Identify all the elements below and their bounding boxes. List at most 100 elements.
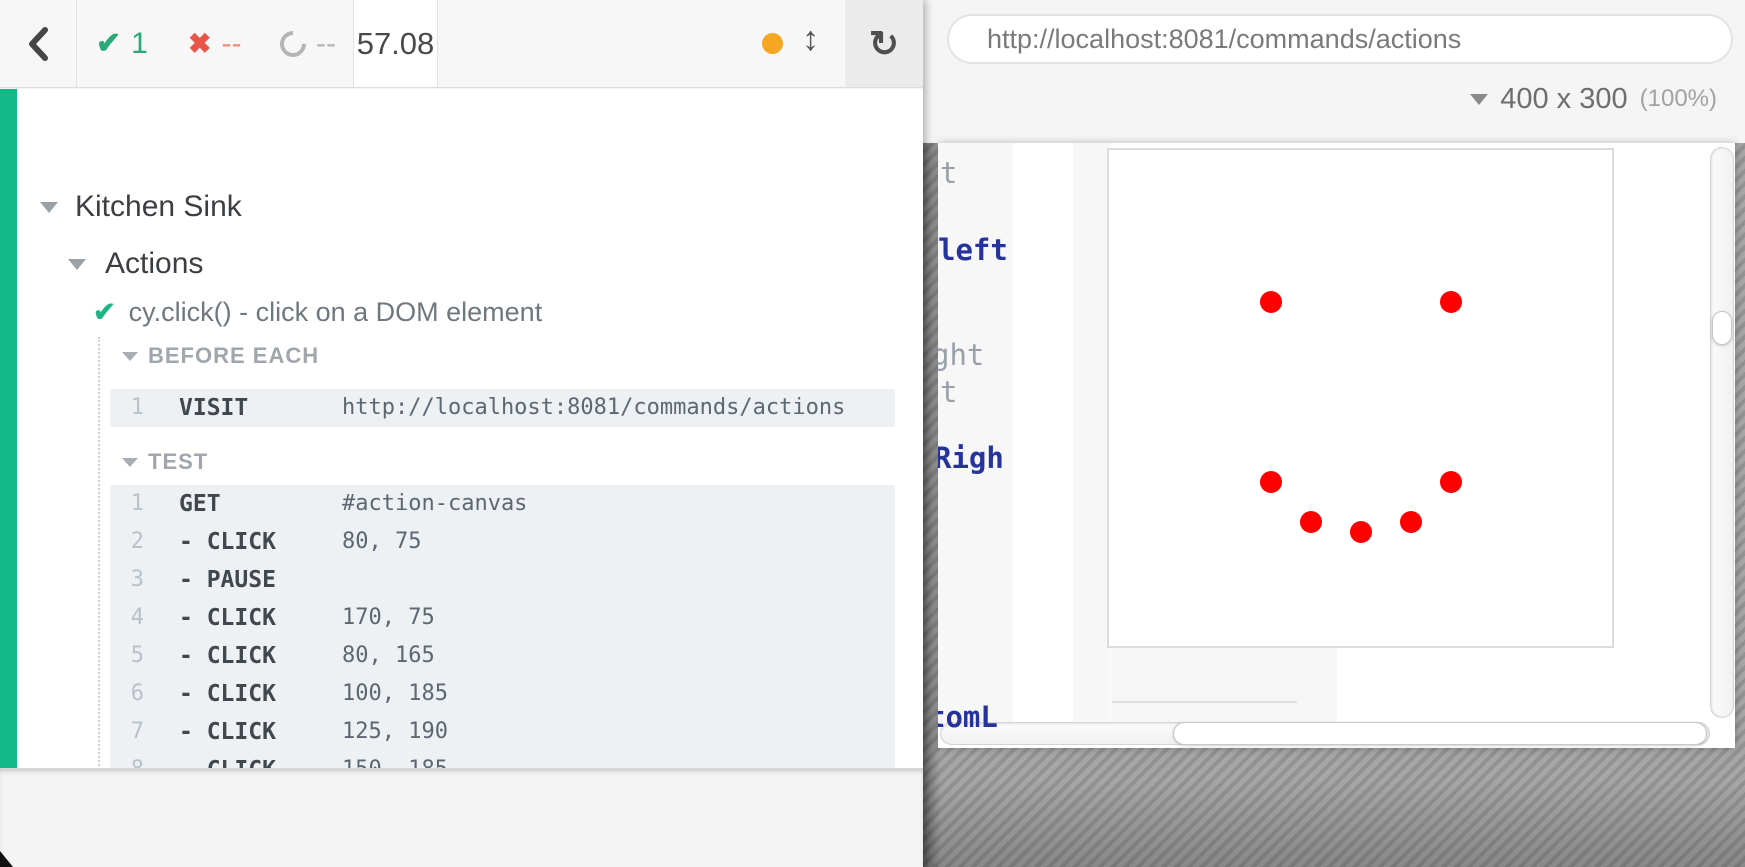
- command-number: 1: [126, 485, 144, 523]
- hook-label: BEFORE EACH: [148, 343, 319, 369]
- code-block-background: [1073, 143, 1110, 723]
- command-row[interactable]: 5 - CLICK 80, 165: [110, 637, 895, 675]
- queued-indicator-icon: [762, 33, 783, 54]
- command-method: GET: [179, 485, 221, 523]
- pass-status-bar: [0, 89, 17, 768]
- command-number: 6: [126, 675, 144, 713]
- hook-header[interactable]: BEFORE EACH: [122, 341, 898, 371]
- collapse-icon: [40, 202, 58, 213]
- command-method: - CLICK: [179, 637, 276, 675]
- url-bar[interactable]: http://localhost:8081/commands/actions: [947, 14, 1733, 64]
- failed-count: --: [221, 27, 241, 61]
- click-dot: [1400, 511, 1422, 533]
- command-row[interactable]: 2 - CLICK 80, 75: [110, 523, 895, 561]
- command-message: 100, 185: [342, 675, 448, 713]
- command-number: 7: [126, 713, 144, 751]
- test-title: cy.click() - click on a DOM element: [129, 297, 543, 328]
- browser-header: http://localhost:8081/commands/actions 4…: [923, 0, 1745, 143]
- click-dot: [1350, 521, 1372, 543]
- action-canvas[interactable]: [1107, 148, 1614, 648]
- chevron-down-icon: [1470, 94, 1488, 105]
- section-divider: [1112, 701, 1297, 703]
- page-code-fragment: Righ: [938, 441, 1004, 475]
- click-dot: [1440, 471, 1462, 493]
- click-dot: [1440, 291, 1462, 313]
- command-row[interactable]: 3 - PAUSE: [110, 561, 895, 599]
- command-method: - CLICK: [179, 713, 276, 751]
- command-message: 80, 75: [342, 523, 421, 561]
- page-code-fragment: t: [940, 156, 957, 190]
- command-method: - CLICK: [179, 675, 276, 713]
- command-row[interactable]: 6 - CLICK 100, 185: [110, 675, 895, 713]
- rerun-button[interactable]: ↻: [845, 0, 923, 87]
- check-icon: ✔: [96, 26, 121, 61]
- page-code-fragment: t: [940, 375, 957, 409]
- command-log: Kitchen Sink Actions ✔ cy.click() - clic…: [0, 89, 923, 768]
- reporter-panel: ✔ 1 ✖ -- -- 57.08 ↕ ↻ Kitchen Sink Ac: [0, 0, 923, 867]
- click-dot: [1260, 471, 1282, 493]
- command-row[interactable]: 1 GET #action-canvas: [110, 485, 895, 523]
- suite-title: Actions: [105, 247, 203, 281]
- divider: [76, 0, 77, 87]
- aut-iframe[interactable]: tleftghttRightomL: [938, 143, 1735, 748]
- command-message: 125, 190: [342, 713, 448, 751]
- horizontal-scrollbar-thumb[interactable]: [1173, 722, 1707, 745]
- command-message: 170, 75: [342, 599, 435, 637]
- viewport-zoom: (100%): [1640, 85, 1717, 113]
- suite-actions[interactable]: Actions: [68, 247, 203, 281]
- command-number: 4: [126, 599, 144, 637]
- suite-kitchen-sink[interactable]: Kitchen Sink: [40, 190, 242, 224]
- commands-block: 1 VISIT http://localhost:8081/commands/act…: [110, 389, 895, 427]
- command-number: 1: [126, 389, 144, 427]
- command-number: 2: [126, 523, 144, 561]
- stat-passed[interactable]: ✔ 1: [96, 0, 148, 87]
- scroll-to-top-icon[interactable]: ↕: [802, 20, 819, 59]
- command-method: - CLICK: [179, 599, 276, 637]
- viewport-size: 400 x 300: [1500, 83, 1627, 116]
- refresh-icon: ↻: [869, 23, 899, 65]
- chevron-left-icon: [27, 27, 49, 61]
- viewport-menu[interactable]: 400 x 300 (100%): [1470, 78, 1717, 120]
- page-code-fragment: tomL: [938, 700, 998, 734]
- aut-panel: http://localhost:8081/commands/actions 4…: [923, 0, 1745, 867]
- suite-title: Kitchen Sink: [75, 190, 242, 224]
- command-number: 3: [126, 561, 144, 599]
- reporter-header: ✔ 1 ✖ -- -- 57.08 ↕ ↻: [0, 0, 923, 88]
- command-row[interactable]: 1 VISIT http://localhost:8081/commands/act…: [110, 389, 895, 427]
- page-code-fragment: left: [938, 233, 1008, 267]
- command-method: - CLICK: [179, 523, 276, 561]
- duration-badge: 57.08: [354, 0, 437, 87]
- command-row[interactable]: 7 - CLICK 125, 190: [110, 713, 895, 751]
- hook-header[interactable]: TEST: [122, 447, 898, 477]
- x-icon: ✖: [188, 27, 211, 60]
- command-row[interactable]: 4 - CLICK 170, 75: [110, 599, 895, 637]
- code-block-background: [938, 143, 1013, 723]
- check-icon: ✔: [93, 297, 116, 328]
- duration-value: 57.08: [357, 26, 435, 62]
- command-method: VISIT: [179, 389, 248, 427]
- divider: [437, 0, 438, 87]
- hook-label: TEST: [148, 449, 208, 475]
- vertical-scrollbar-thumb[interactable]: [1712, 311, 1732, 345]
- collapse-icon: [122, 458, 138, 467]
- pending-count: --: [316, 27, 336, 61]
- collapse-icon: [68, 259, 86, 270]
- stat-failed[interactable]: ✖ --: [188, 0, 241, 87]
- click-dot: [1260, 291, 1282, 313]
- collapse-icon: [122, 352, 138, 361]
- command-number: 5: [126, 637, 144, 675]
- page-code-fragment: ght: [938, 338, 984, 372]
- back-button[interactable]: [14, 22, 62, 66]
- command-message: 80, 165: [342, 637, 435, 675]
- vertical-scrollbar-track[interactable]: [1710, 147, 1734, 718]
- test-cy-click[interactable]: ✔ cy.click() - click on a DOM element: [93, 297, 542, 328]
- circle-icon: [275, 25, 312, 62]
- stat-pending[interactable]: --: [280, 0, 336, 87]
- aut-backdrop: tleftghttRightomL: [923, 143, 1745, 867]
- command-message: http://localhost:8081/commands/actions: [342, 389, 845, 427]
- click-dot: [1300, 511, 1322, 533]
- code-block-background: [1111, 648, 1337, 723]
- url-text: http://localhost:8081/commands/actions: [987, 24, 1461, 55]
- command-method: - PAUSE: [179, 561, 276, 599]
- command-message: #action-canvas: [342, 485, 527, 523]
